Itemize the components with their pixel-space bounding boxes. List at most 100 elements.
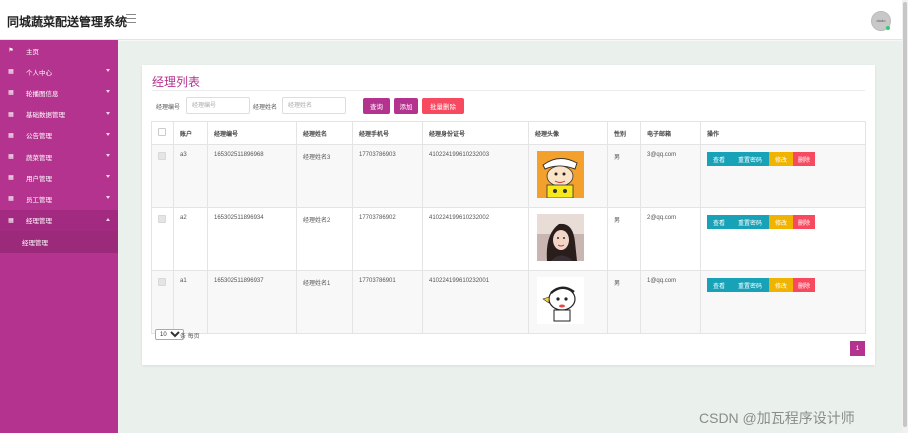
sidebar-item-label: 用户管理 bbox=[26, 175, 52, 183]
delete-button[interactable]: 删除 bbox=[793, 278, 815, 292]
chevron-up-icon bbox=[106, 217, 110, 221]
edit-button[interactable]: 修改 bbox=[769, 215, 793, 229]
grid-icon: ▦ bbox=[8, 196, 14, 203]
table-row[interactable]: a1 165302511896937 经理姓名1 17703786901 410… bbox=[151, 270, 866, 334]
grid-icon: ▦ bbox=[8, 132, 14, 139]
menu-toggle-icon[interactable] bbox=[126, 14, 136, 23]
account-cell: a1 bbox=[173, 270, 208, 334]
column-header[interactable]: 经理姓名 bbox=[296, 121, 353, 145]
reset-password-button[interactable]: 重置密码 bbox=[731, 215, 769, 229]
view-button[interactable]: 查看 bbox=[707, 152, 731, 166]
sidebar-subitem-manager-management[interactable]: 经理管理 bbox=[0, 230, 118, 253]
sidebar-item-personal-center[interactable]: ▦ 个人中心 bbox=[0, 61, 118, 82]
sidebar-item-label: 员工管理 bbox=[26, 196, 52, 204]
manager-no-cell: 165302511896937 bbox=[207, 270, 297, 334]
csdn-watermark: CSDN @加瓦程序设计师 bbox=[699, 410, 855, 426]
edit-button[interactable]: 修改 bbox=[769, 152, 793, 166]
grid-icon: ▦ bbox=[8, 154, 14, 161]
sidebar-item-employees[interactable]: ▦ 员工管理 bbox=[0, 188, 118, 209]
view-button[interactable]: 查看 bbox=[707, 215, 731, 229]
column-header[interactable]: 经理手机号 bbox=[352, 121, 423, 145]
table-header-row: 账户 经理编号 经理姓名 经理手机号 经理身份证号 经理头像 性别 电子邮箱 操… bbox=[151, 121, 866, 145]
flag-icon: ⚑ bbox=[8, 48, 14, 55]
chevron-down-icon bbox=[106, 90, 110, 94]
page-size-label: 条 每页 bbox=[180, 334, 200, 340]
row-checkbox[interactable] bbox=[158, 278, 166, 286]
pagination-page-1[interactable]: 1 bbox=[850, 341, 865, 356]
column-header[interactable]: 账户 bbox=[173, 121, 208, 145]
row-select-cell bbox=[151, 144, 174, 208]
grid-icon: ▦ bbox=[8, 175, 14, 182]
view-button[interactable]: 查看 bbox=[707, 278, 731, 292]
chevron-down-icon bbox=[106, 111, 110, 115]
select-all-cell bbox=[151, 121, 174, 145]
top-header: 同城蔬菜配送管理系统 dodo bbox=[0, 0, 902, 40]
avatar-cell bbox=[528, 144, 608, 208]
scrollbar-thumb[interactable] bbox=[903, 2, 907, 427]
sidebar-item-label: 个人中心 bbox=[26, 69, 52, 77]
manager-name-input[interactable] bbox=[282, 97, 346, 114]
delete-button[interactable]: 删除 bbox=[793, 152, 815, 166]
reset-password-button[interactable]: 重置密码 bbox=[731, 278, 769, 292]
row-checkbox[interactable] bbox=[158, 215, 166, 223]
sidebar-item-users[interactable]: ▦ 用户管理 bbox=[0, 167, 118, 188]
column-header[interactable]: 电子邮箱 bbox=[640, 121, 701, 145]
chevron-down-icon bbox=[106, 69, 110, 73]
chevron-down-icon bbox=[106, 196, 110, 200]
row-checkbox[interactable] bbox=[158, 152, 166, 160]
delete-button[interactable]: 删除 bbox=[793, 215, 815, 229]
id-card-cell: 410224199610232001 bbox=[422, 270, 529, 334]
sidebar-item-home[interactable]: ⚑ 主页 bbox=[0, 40, 118, 61]
sidebar-item-label: 主页 bbox=[26, 48, 39, 56]
actions-cell: 查看 重置密码 修改 删除 bbox=[700, 207, 866, 271]
cartoon-boy-hat-avatar[interactable] bbox=[537, 151, 584, 199]
sidebar-item-label: 轮播图信息 bbox=[26, 90, 59, 98]
manager-list-panel: 经理列表 经理编号 经理姓名 查询 添加 批量删除 账户 经理编号 经理姓名 经… bbox=[142, 65, 875, 365]
sidebar: ⚑ 主页 ▦ 个人中心 ▦ 轮播图信息 ▦ 基础数据管理 ▦ 公告管理 ▦ 蔬菜… bbox=[0, 40, 118, 433]
query-button[interactable]: 查询 bbox=[363, 98, 390, 114]
name-cell: 经理姓名2 bbox=[296, 207, 353, 271]
table-row[interactable]: a3 165302511896968 经理姓名3 17703786903 410… bbox=[151, 144, 866, 208]
sidebar-item-label: 经理管理 bbox=[26, 218, 52, 226]
page-title: 经理列表 bbox=[152, 75, 201, 89]
sidebar-item-announcements[interactable]: ▦ 公告管理 bbox=[0, 125, 118, 146]
name-cell: 经理姓名1 bbox=[296, 270, 353, 334]
column-header[interactable]: 经理身份证号 bbox=[422, 121, 529, 145]
sidebar-item-label: 基础数据管理 bbox=[26, 112, 65, 120]
phone-cell: 17703786902 bbox=[352, 207, 423, 271]
manager-no-cell: 165302511896934 bbox=[207, 207, 297, 271]
cartoon-boy-sketch-avatar[interactable] bbox=[537, 277, 584, 324]
manager-no-input[interactable] bbox=[186, 97, 250, 114]
sidebar-item-carousel[interactable]: ▦ 轮播图信息 bbox=[0, 82, 118, 103]
account-cell: a3 bbox=[173, 144, 208, 208]
grid-icon: ▦ bbox=[8, 111, 14, 118]
sidebar-item-base-data[interactable]: ▦ 基础数据管理 bbox=[0, 104, 118, 125]
edit-button[interactable]: 修改 bbox=[769, 278, 793, 292]
woman-portrait-avatar[interactable] bbox=[537, 214, 584, 261]
grid-icon: ▦ bbox=[8, 69, 14, 76]
column-header[interactable]: 性别 bbox=[607, 121, 641, 145]
select-all-checkbox[interactable] bbox=[158, 128, 166, 136]
chevron-down-icon bbox=[106, 132, 110, 136]
table-row[interactable]: a2 165302511896934 经理姓名2 17703786902 410… bbox=[151, 207, 866, 271]
id-card-cell: 410224199610232002 bbox=[422, 207, 529, 271]
sidebar-item-managers[interactable]: ▦ 经理管理 bbox=[0, 209, 118, 231]
column-header[interactable]: 经理编号 bbox=[207, 121, 297, 145]
row-select-cell bbox=[151, 207, 174, 271]
sidebar-item-label: 公告管理 bbox=[26, 133, 52, 141]
reset-password-button[interactable]: 重置密码 bbox=[731, 152, 769, 166]
column-header: 操作 bbox=[700, 121, 866, 145]
row-select-cell bbox=[151, 270, 174, 334]
column-header[interactable]: 经理头像 bbox=[528, 121, 608, 145]
gender-cell: 男 bbox=[607, 207, 641, 271]
grid-icon: ▦ bbox=[8, 217, 14, 224]
grid-icon: ▦ bbox=[8, 90, 14, 97]
app-title: 同城蔬菜配送管理系统 bbox=[7, 15, 128, 29]
chevron-down-icon bbox=[106, 153, 110, 157]
divider bbox=[152, 90, 865, 91]
sidebar-item-vegetables[interactable]: ▦ 蔬菜管理 bbox=[0, 146, 118, 167]
add-button[interactable]: 添加 bbox=[394, 98, 418, 114]
sidebar-item-label: 蔬菜管理 bbox=[26, 154, 52, 162]
id-card-cell: 410224199610232003 bbox=[422, 144, 529, 208]
batch-delete-button[interactable]: 批量删除 bbox=[422, 98, 464, 114]
